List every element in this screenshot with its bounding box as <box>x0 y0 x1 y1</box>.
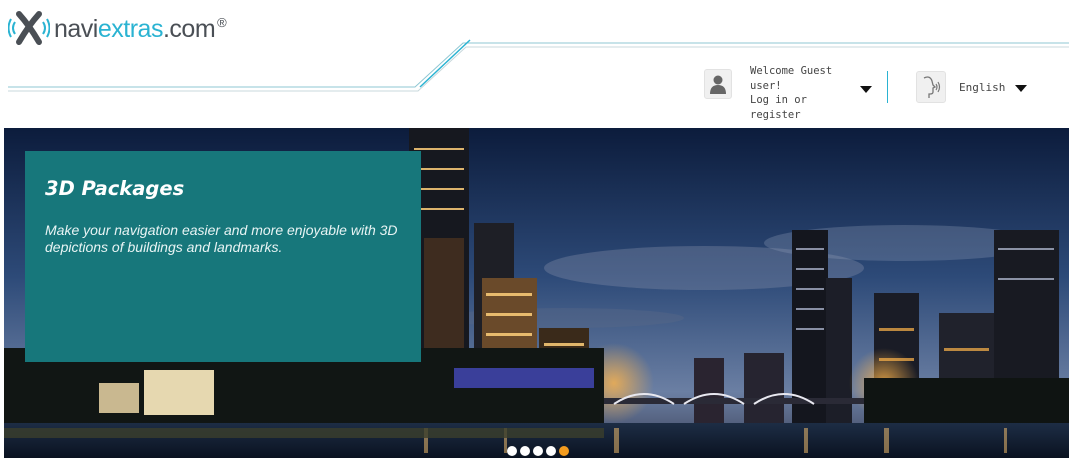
site-logo[interactable]: naviextras.com ® <box>7 8 227 48</box>
carousel-dot[interactable] <box>546 446 556 456</box>
welcome-line-user: user! <box>750 79 782 92</box>
carousel-indicators <box>507 446 569 456</box>
caret-down-icon[interactable] <box>1015 85 1027 92</box>
header-divider <box>887 71 888 103</box>
promo-panel[interactable]: 3D Packages Make your navigation easier … <box>25 151 421 362</box>
user-icon <box>704 69 732 99</box>
navigation-x-icon <box>7 9 51 47</box>
caret-down-icon[interactable] <box>860 86 872 93</box>
promo-description: Make your navigation easier and more enj… <box>45 222 398 255</box>
carousel-dot[interactable] <box>533 446 543 456</box>
user-menu[interactable]: Welcome Guest user! Log in or register <box>704 64 850 122</box>
language-label[interactable]: English <box>959 81 1005 94</box>
hero-banner[interactable]: 3D Packages Make your navigation easier … <box>4 128 1069 458</box>
promo-title: 3D Packages <box>45 177 185 200</box>
carousel-dot[interactable] <box>507 446 517 456</box>
welcome-text: Welcome Guest user! Log in or register <box>750 64 850 122</box>
carousel-dot[interactable] <box>520 446 530 456</box>
speaking-head-icon[interactable] <box>916 71 946 103</box>
carousel-dot-active[interactable] <box>559 446 569 456</box>
welcome-line: Welcome Guest <box>750 65 833 77</box>
login-register-link[interactable]: Log in or register <box>750 93 850 122</box>
logo-wordmark: naviextras.com ® <box>54 14 227 43</box>
